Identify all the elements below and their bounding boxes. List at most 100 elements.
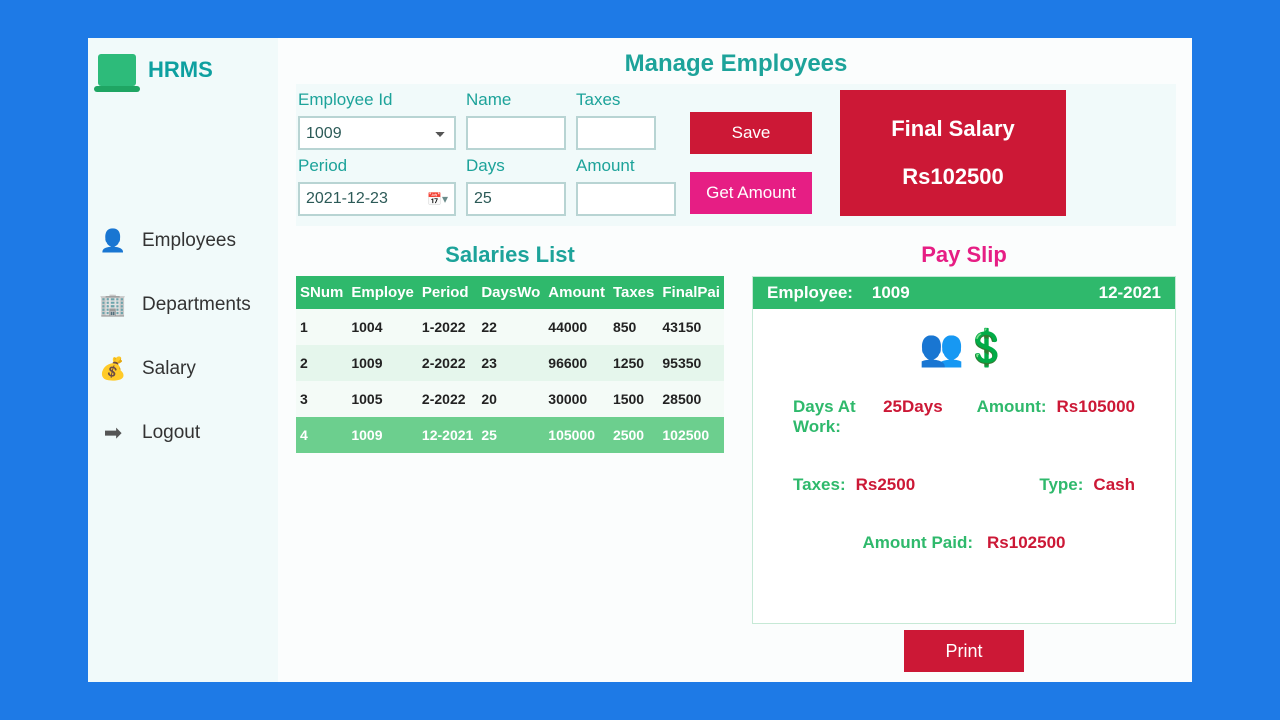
pay-slip-card: Employee: 1009 12-2021 👥💲 Days At Work:2… — [752, 276, 1176, 624]
salary-icon: 💰 — [98, 354, 128, 384]
table-cell: 102500 — [658, 417, 724, 453]
table-cell: 23 — [477, 345, 544, 381]
sidebar-item-label: Departments — [142, 294, 251, 316]
app-name: HRMS — [148, 57, 213, 83]
mid-section: Salaries List SNumEmployePeriodDaysWoAmo… — [296, 242, 1176, 672]
sidebar-item-employees[interactable]: 👤 Employees — [98, 226, 268, 256]
slip-period: 12-2021 — [1099, 283, 1161, 303]
pay-slip-panel: Pay Slip Employee: 1009 12-2021 👥💲 — [752, 242, 1176, 672]
sidebar-item-departments[interactable]: 🏢 Departments — [98, 290, 268, 320]
final-salary-box: Final Salary Rs102500 — [840, 90, 1066, 216]
table-cell: 1004 — [347, 309, 418, 345]
table-row[interactable]: 210092-20222396600125095350 — [296, 345, 724, 381]
amount-field[interactable] — [576, 182, 676, 216]
table-header[interactable]: FinalPai — [658, 276, 724, 309]
logo: HRMS — [98, 54, 268, 86]
slip-days-value: 25Days — [883, 397, 943, 437]
name-label: Name — [466, 90, 566, 110]
table-cell: 44000 — [544, 309, 609, 345]
building-icon: 🏢 — [98, 290, 128, 320]
table-cell: 22 — [477, 309, 544, 345]
table-row[interactable]: 4100912-2021251050002500102500 — [296, 417, 724, 453]
form-buttons: Save Get Amount — [690, 112, 812, 214]
sidebar-item-salary[interactable]: 💰 Salary — [98, 354, 268, 384]
table-cell: 20 — [477, 381, 544, 417]
table-cell: 850 — [609, 309, 658, 345]
print-button[interactable]: Print — [904, 630, 1024, 672]
slip-employee-value: 1009 — [872, 283, 910, 302]
salaries-list-title: Salaries List — [296, 242, 724, 268]
table-header[interactable]: Taxes — [609, 276, 658, 309]
slip-paid-label: Amount Paid: — [863, 533, 974, 553]
sidebar-item-label: Logout — [142, 422, 200, 444]
get-amount-button[interactable]: Get Amount — [690, 172, 812, 214]
sidebar-item-logout[interactable]: ➡ Logout — [98, 418, 268, 448]
table-cell: 1009 — [347, 345, 418, 381]
calendar-icon: 📅▾ — [427, 192, 448, 206]
table-cell: 2-2022 — [418, 345, 477, 381]
table-cell: 1 — [296, 309, 347, 345]
table-cell: 1009 — [347, 417, 418, 453]
save-button[interactable]: Save — [690, 112, 812, 154]
salaries-list-panel: Salaries List SNumEmployePeriodDaysWoAmo… — [296, 242, 724, 672]
slip-taxes-value: Rs2500 — [856, 475, 916, 495]
table-cell: 2500 — [609, 417, 658, 453]
table-cell: 1-2022 — [418, 309, 477, 345]
table-cell: 105000 — [544, 417, 609, 453]
table-header[interactable]: Period — [418, 276, 477, 309]
taxes-label: Taxes — [576, 90, 676, 110]
employee-id-select[interactable]: 1009 — [298, 116, 456, 150]
slip-paid-value: Rs102500 — [987, 533, 1065, 553]
sidebar-nav: 👤 Employees 🏢 Departments 💰 Salary ➡ Log… — [98, 226, 268, 448]
sidebar-item-label: Employees — [142, 230, 236, 252]
table-header[interactable]: SNum — [296, 276, 347, 309]
slip-type-label: Type: — [1039, 475, 1083, 495]
pay-slip-title: Pay Slip — [752, 242, 1176, 268]
slip-amount-value: Rs105000 — [1057, 397, 1135, 437]
slip-days-label: Days At Work: — [793, 397, 873, 437]
table-cell: 4 — [296, 417, 347, 453]
table-header[interactable]: Amount — [544, 276, 609, 309]
table-cell: 43150 — [658, 309, 724, 345]
employee-form: Employee Id Name Taxes 1009 Period Days … — [296, 84, 1176, 226]
table-cell: 96600 — [544, 345, 609, 381]
table-row[interactable]: 110041-2022224400085043150 — [296, 309, 724, 345]
table-cell: 1250 — [609, 345, 658, 381]
table-cell: 30000 — [544, 381, 609, 417]
table-cell: 1005 — [347, 381, 418, 417]
slip-amount-label: Amount: — [977, 397, 1047, 437]
slip-type-value: Cash — [1093, 475, 1135, 495]
taxes-field[interactable] — [576, 116, 656, 150]
period-label: Period — [298, 156, 456, 176]
table-cell: 25 — [477, 417, 544, 453]
logout-icon: ➡ — [98, 418, 128, 448]
days-label: Days — [466, 156, 566, 176]
slip-taxes-label: Taxes: — [793, 475, 846, 495]
table-row[interactable]: 310052-20222030000150028500 — [296, 381, 724, 417]
hrms-logo-icon — [98, 54, 136, 86]
pay-slip-body: 👥💲 Days At Work:25Days Amount:Rs105000 T… — [753, 309, 1175, 571]
salaries-table: SNumEmployePeriodDaysWoAmountTaxesFinalP… — [296, 276, 724, 453]
pay-slip-header: Employee: 1009 12-2021 — [753, 277, 1175, 309]
table-cell: 28500 — [658, 381, 724, 417]
table-cell: 95350 — [658, 345, 724, 381]
table-cell: 3 — [296, 381, 347, 417]
final-salary-value: Rs102500 — [902, 164, 1004, 190]
sidebar: HRMS 👤 Employees 🏢 Departments 💰 Salary … — [88, 38, 278, 682]
app-window: HRMS 👤 Employees 🏢 Departments 💰 Salary … — [88, 38, 1192, 682]
name-field[interactable] — [466, 116, 566, 150]
period-field[interactable]: 2021-12-23 📅▾ — [298, 182, 456, 216]
main-content: Manage Employees Employee Id Name Taxes … — [278, 38, 1192, 682]
person-icon: 👤 — [98, 226, 128, 256]
form-grid: Employee Id Name Taxes 1009 Period Days … — [296, 90, 676, 216]
table-cell: 12-2021 — [418, 417, 477, 453]
final-salary-title: Final Salary — [891, 116, 1015, 142]
slip-employee-label: Employee: — [767, 283, 853, 302]
table-cell: 1500 — [609, 381, 658, 417]
amount-label: Amount — [576, 156, 676, 176]
table-header[interactable]: Employe — [347, 276, 418, 309]
table-cell: 2 — [296, 345, 347, 381]
days-field[interactable] — [466, 182, 566, 216]
table-header[interactable]: DaysWo — [477, 276, 544, 309]
sidebar-item-label: Salary — [142, 358, 196, 380]
